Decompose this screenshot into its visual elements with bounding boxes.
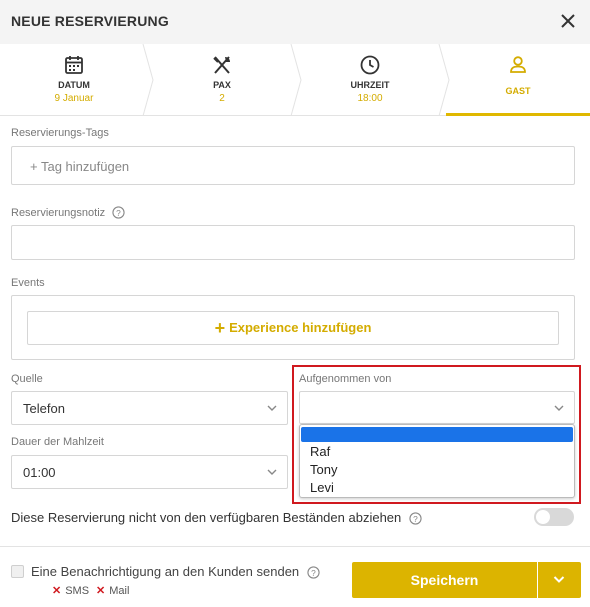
step-label: PAX bbox=[213, 80, 231, 90]
modal-footer: Eine Benachrichtigung an den Kunden send… bbox=[0, 546, 590, 607]
source-select[interactable]: Telefon bbox=[11, 391, 288, 425]
step-label: DATUM bbox=[58, 80, 90, 90]
notify-checkbox[interactable] bbox=[11, 565, 24, 578]
channel-sms-label: SMS bbox=[65, 585, 90, 597]
close-button[interactable] bbox=[556, 9, 580, 33]
notify-row: Eine Benachrichtigung an den Kunden send… bbox=[31, 564, 320, 579]
step-navigation: DATUM 9 Januar PAX 2 UHRZEIT 18:00 GAST bbox=[0, 44, 590, 116]
note-label: Reservierungsnotiz ? bbox=[11, 206, 125, 219]
channel-sms: ✕ SMS bbox=[52, 584, 89, 597]
note-label-text: Reservierungsnotiz bbox=[11, 207, 106, 219]
step-value: 9 Januar bbox=[54, 93, 94, 104]
close-icon bbox=[561, 14, 575, 28]
tags-label: Reservierungs-Tags bbox=[11, 127, 109, 139]
chevron-down-icon bbox=[267, 405, 277, 411]
step-datum[interactable]: DATUM 9 Januar bbox=[0, 44, 154, 116]
modal-title: NEUE RESERVIERUNG bbox=[11, 13, 169, 29]
notify-label: Eine Benachrichtigung an den Kunden send… bbox=[31, 564, 300, 579]
duration-label: Dauer der Mahlzeit bbox=[11, 436, 104, 448]
modal-header: NEUE RESERVIERUNG bbox=[0, 0, 590, 44]
channel-mail-label: Mail bbox=[109, 585, 130, 597]
source-label: Quelle bbox=[11, 373, 43, 385]
step-value: 2 bbox=[219, 93, 225, 104]
toggle-knob bbox=[536, 510, 550, 524]
duration-select[interactable]: 01:00 bbox=[11, 455, 288, 489]
svg-text:?: ? bbox=[311, 568, 316, 578]
clock-icon bbox=[360, 55, 380, 75]
svg-text:?: ? bbox=[116, 208, 121, 218]
duration-value: 01:00 bbox=[23, 465, 56, 480]
deduct-row: Diese Reservierung nicht von den verfügb… bbox=[11, 510, 422, 525]
save-options-button[interactable] bbox=[538, 562, 581, 598]
tags-input[interactable]: + Tag hinzufügen bbox=[11, 146, 575, 185]
help-icon[interactable]: ? bbox=[112, 206, 125, 219]
source-value: Telefon bbox=[23, 401, 65, 416]
save-button[interactable]: Speichern bbox=[352, 562, 537, 598]
tags-placeholder: + Tag hinzufügen bbox=[30, 159, 130, 174]
deduct-toggle[interactable] bbox=[534, 508, 574, 526]
step-pax[interactable]: PAX 2 bbox=[148, 44, 302, 116]
step-uhrzeit[interactable]: UHRZEIT 18:00 bbox=[296, 44, 450, 116]
x-icon: ✕ bbox=[96, 585, 106, 597]
highlight-box bbox=[292, 365, 581, 504]
channel-mail: ✕ Mail bbox=[96, 584, 129, 597]
add-experience-button[interactable]: + Experience hinzufügen bbox=[27, 311, 559, 345]
chevron-down-icon bbox=[553, 576, 565, 583]
svg-text:?: ? bbox=[413, 514, 418, 524]
events-label: Events bbox=[11, 277, 45, 289]
step-label: UHRZEIT bbox=[350, 80, 390, 90]
plus-icon: + bbox=[214, 318, 226, 338]
chevron-down-icon bbox=[267, 469, 277, 475]
help-icon[interactable]: ? bbox=[307, 566, 320, 579]
calendar-icon bbox=[65, 56, 83, 74]
help-icon[interactable]: ? bbox=[409, 512, 422, 525]
step-label: GAST bbox=[505, 86, 531, 96]
cutlery-icon bbox=[213, 56, 230, 74]
step-gast[interactable]: GAST bbox=[446, 44, 590, 116]
user-icon bbox=[510, 56, 526, 73]
step-value: 18:00 bbox=[357, 93, 383, 104]
deduct-label: Diese Reservierung nicht von den verfügb… bbox=[11, 510, 402, 525]
note-textarea[interactable] bbox=[11, 225, 575, 260]
add-experience-label: Experience hinzufügen bbox=[229, 320, 372, 335]
x-icon: ✕ bbox=[52, 585, 62, 597]
